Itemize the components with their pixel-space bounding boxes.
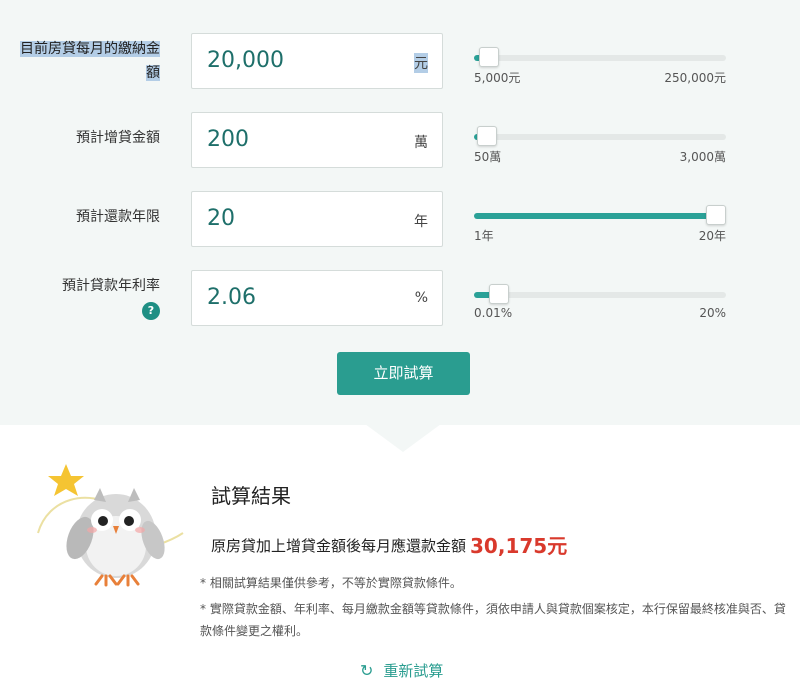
current-payment-value: 20,000 xyxy=(207,48,284,73)
increase-amount-value: 200 xyxy=(207,127,249,152)
slider-track xyxy=(474,55,726,61)
slider-max-label: 3,000萬 xyxy=(679,150,726,164)
conditions-note: * 實際貸款金額、年利率、每月繳款金額等貸款條件，須依申請人與貸款個案核定，本行… xyxy=(200,602,786,638)
question-icon[interactable]: ? xyxy=(142,302,160,320)
result-pointer xyxy=(365,424,441,452)
current-payment-unit: 元 xyxy=(414,53,428,73)
owl-mascot-icon xyxy=(37,464,184,587)
slider-thumb[interactable] xyxy=(489,284,510,304)
slider-thumb[interactable] xyxy=(479,47,500,67)
row-increase-amount: 預計增貸金額 200 萬 50萬 3,000萬 xyxy=(0,112,800,168)
slider-max-label: 250,000元 xyxy=(664,71,726,85)
row-interest-rate: 預計貸款年利率 ? 2.06 % 0.01% 20% xyxy=(0,270,800,326)
increase-amount-unit: 萬 xyxy=(414,135,428,151)
label-interest-rate: 預計貸款年利率 ? xyxy=(20,274,160,322)
slider-thumb[interactable] xyxy=(476,126,497,146)
slider-max-label: 20年 xyxy=(698,229,726,243)
label-repayment-years: 預計還款年限 xyxy=(76,209,160,225)
calculate-button[interactable]: 立即試算 xyxy=(337,352,470,395)
slider-fill xyxy=(474,213,726,219)
slider-thumb[interactable] xyxy=(706,205,726,225)
calculator-form: 目前房貸每月的繳納金額 20,000 元 5,000元 250,000元 預計增… xyxy=(0,0,800,425)
interest-rate-value: 2.06 xyxy=(207,285,256,310)
refresh-icon: ↻ xyxy=(360,661,374,680)
increase-amount-input[interactable]: 200 萬 xyxy=(191,112,443,168)
label-current-payment: 目前房貸每月的繳納金額 xyxy=(20,41,160,81)
row-current-payment: 目前房貸每月的繳納金額 20,000 元 5,000元 250,000元 xyxy=(0,33,800,89)
current-payment-input[interactable]: 20,000 元 xyxy=(191,33,443,89)
slider-min-label: 1年 xyxy=(474,229,494,243)
slider-min-label: 5,000元 xyxy=(474,71,521,85)
result-amount: 30,175元 xyxy=(470,534,568,558)
disclaimer-note: * 相關試算結果僅供參考，不等於實際貸款條件。 xyxy=(200,576,462,590)
row-repayment-years: 預計還款年限 20 年 1年 20年 xyxy=(0,191,800,247)
repayment-years-value: 20 xyxy=(207,206,235,231)
interest-rate-unit: % xyxy=(414,290,428,306)
slider-track xyxy=(474,134,726,140)
repayment-years-unit: 年 xyxy=(414,214,428,230)
slider-min-label: 50萬 xyxy=(474,150,502,164)
interest-rate-input[interactable]: 2.06 % xyxy=(191,270,443,326)
result-title: 試算結果 xyxy=(211,484,291,508)
slider-min-label: 0.01% xyxy=(474,306,513,320)
label-increase-amount: 預計增貸金額 xyxy=(76,130,160,146)
repayment-years-input[interactable]: 20 年 xyxy=(191,191,443,247)
slider-track xyxy=(474,292,726,298)
result-summary: 原房貸加上增貸金額後每月應還款金額 30,175元 xyxy=(211,534,568,558)
recalculate-button[interactable]: ↻ 重新試算 xyxy=(360,660,443,681)
slider-max-label: 20% xyxy=(699,306,726,320)
